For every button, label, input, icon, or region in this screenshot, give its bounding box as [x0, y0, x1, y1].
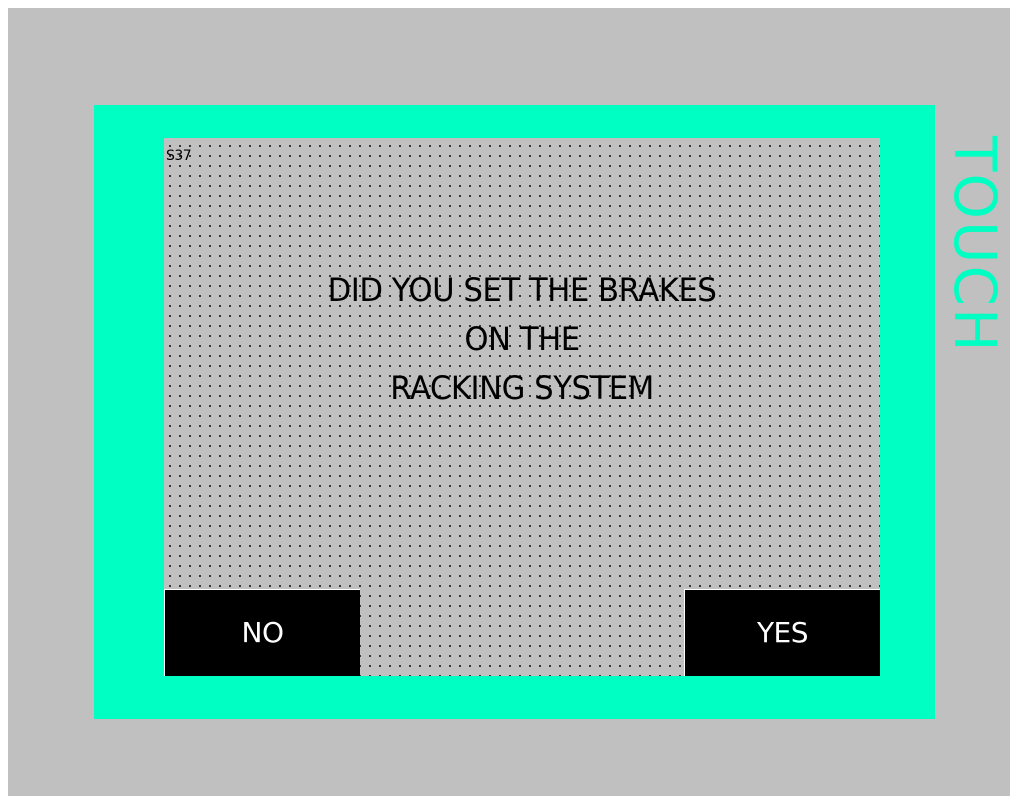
no-button[interactable]: NO	[164, 589, 360, 676]
screen-id-label: S37	[166, 148, 192, 164]
message-line-1: DID YOU SET THE BRAKES	[327, 271, 717, 309]
touch-label: TOUCH	[941, 136, 1009, 354]
touch-panel-bezel: S37 DID YOU SET THE BRAKES ON THE RACKIN…	[94, 105, 935, 719]
message-line-2: ON THE	[464, 320, 580, 358]
yes-button[interactable]: YES	[684, 589, 880, 676]
hmi-screen: S37 DID YOU SET THE BRAKES ON THE RACKIN…	[164, 138, 880, 676]
confirmation-message: DID YOU SET THE BRAKES ON THE RACKING SY…	[164, 266, 880, 413]
hmi-panel-background: S37 DID YOU SET THE BRAKES ON THE RACKIN…	[8, 8, 1010, 796]
message-line-3: RACKING SYSTEM	[390, 369, 654, 407]
